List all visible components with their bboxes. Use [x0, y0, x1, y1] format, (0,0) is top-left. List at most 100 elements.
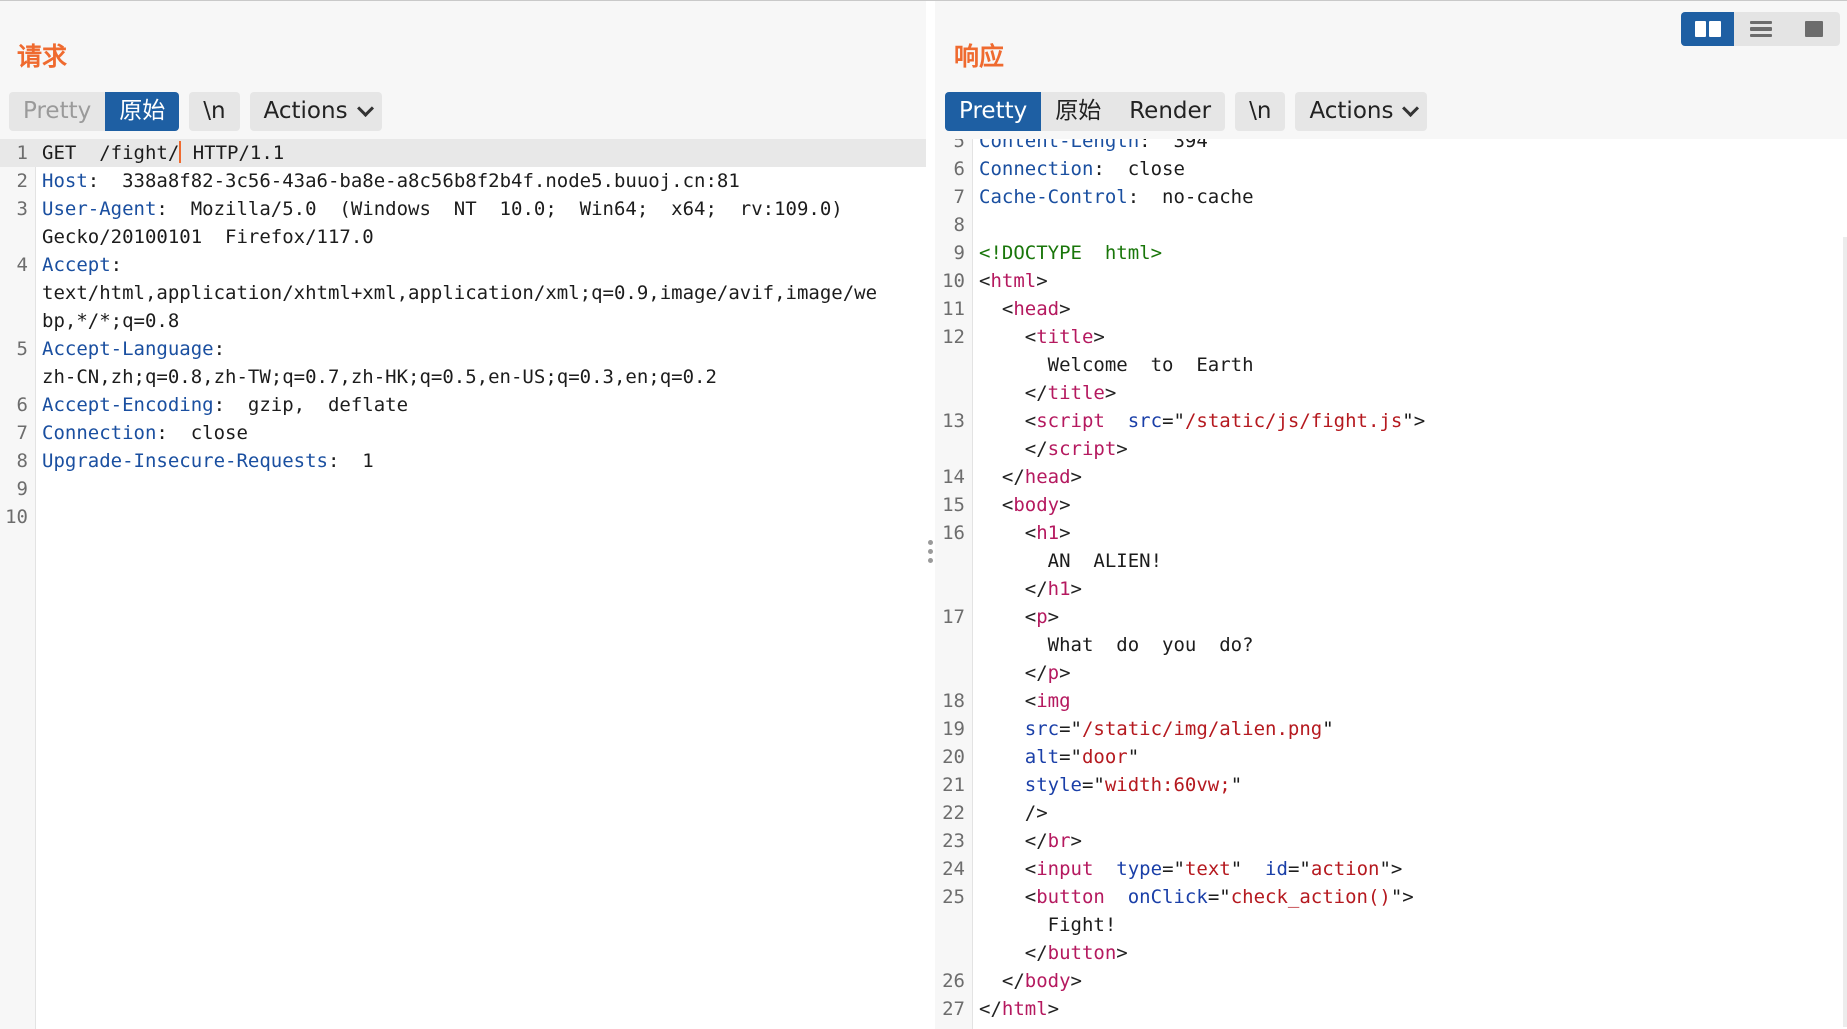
- code-token: : 1: [327, 450, 374, 472]
- code-text: alt="door": [973, 743, 1847, 771]
- code-token: <: [979, 858, 1037, 880]
- code-token: /static/img/alien.png: [1081, 718, 1323, 740]
- response-code-line: </title>: [935, 379, 1847, 407]
- code-text: <img: [973, 687, 1847, 715]
- code-text: <script src="/static/js/fight.js">: [973, 407, 1847, 435]
- code-text: <h1>: [973, 519, 1847, 547]
- response-tab-raw[interactable]: 原始: [1041, 92, 1115, 131]
- response-panel: 响应 Pretty 原始 Render \n Actions 5 Content-…: [935, 1, 1847, 1029]
- response-scrollbar[interactable]: [1843, 237, 1847, 1027]
- line-number: [0, 223, 36, 251]
- code-token: br: [1047, 830, 1071, 852]
- response-code-line: 22 />: [935, 799, 1847, 827]
- response-editor[interactable]: 5 Content-Length: 394 6 Connection: close 7 C…: [935, 139, 1847, 1029]
- request-code-line: 9: [0, 475, 926, 503]
- code-text: </head>: [973, 463, 1847, 491]
- code-token: head: [1013, 298, 1060, 320]
- code-token: alt: [1024, 746, 1060, 768]
- code-token: </: [979, 466, 1025, 488]
- code-token: =": [1162, 858, 1185, 880]
- response-code-line: 25 <button onClick="check_action()">: [935, 883, 1847, 911]
- code-token: >: [1059, 494, 1071, 516]
- code-token: <: [979, 494, 1014, 516]
- code-token: html: [1001, 998, 1048, 1020]
- code-text: Welcome to Earth: [973, 351, 1847, 379]
- response-actions-button[interactable]: Actions: [1295, 92, 1427, 131]
- request-tab-newline[interactable]: \n: [189, 92, 239, 131]
- response-lines: 5 Content-Length: 394 6 Connection: close 7 C…: [935, 139, 1847, 1023]
- response-tab-pretty[interactable]: Pretty: [945, 92, 1042, 131]
- response-code-line: </p>: [935, 659, 1847, 687]
- request-header: 请求 Pretty 原始 \n Actions: [0, 1, 926, 139]
- code-token: ": [1230, 774, 1243, 796]
- response-code-line: 26 </body>: [935, 967, 1847, 995]
- request-code-line: 10: [0, 503, 926, 531]
- response-tab-render[interactable]: Render: [1115, 92, 1225, 131]
- code-token: <: [979, 606, 1037, 628]
- split-rows-button[interactable]: [1734, 12, 1787, 46]
- request-format-segment: Pretty 原始: [9, 92, 180, 131]
- code-text: Gecko/20100101 Firefox/117.0: [36, 223, 926, 251]
- line-number: 6: [16, 394, 28, 416]
- line-number: 8: [16, 450, 28, 472]
- response-code-line: 23 </br>: [935, 827, 1847, 855]
- code-token: >: [1047, 606, 1060, 628]
- line-number: [935, 631, 973, 659]
- request-code-line: 3 User-Agent: Mozilla/5.0 (Windows NT 10.…: [0, 195, 926, 223]
- code-token: src: [1024, 718, 1060, 740]
- code-token: What do you do?: [979, 634, 1254, 656]
- line-number: 4: [16, 254, 28, 276]
- code-token: <!DOCTYPE html>: [979, 242, 1163, 264]
- response-code-line: 24 <input type="text" id="action">: [935, 855, 1847, 883]
- line-number: [935, 575, 973, 603]
- response-code-line: 11 <head>: [935, 295, 1847, 323]
- response-tab-newline[interactable]: \n: [1235, 92, 1285, 131]
- request-newline-segment: \n: [189, 92, 240, 131]
- line-number: 15: [942, 494, 965, 516]
- code-token: >: [1059, 662, 1071, 684]
- code-text: bp,*/*;q=0.8: [36, 307, 926, 335]
- response-code-line: 17 <p>: [935, 603, 1847, 631]
- response-code-line: 10 <html>: [935, 267, 1847, 295]
- pane-resize-handle[interactable]: [926, 1, 935, 1029]
- request-editor[interactable]: 1 GET /fight/ HTTP/1.1 2 Host: 338a8f82-3c5…: [0, 139, 926, 1029]
- single-pane-button[interactable]: [1787, 12, 1840, 46]
- response-code-line: 14 </head>: [935, 463, 1847, 491]
- code-token: : Mozilla/5.0 (Windows NT 10.0; Win64; x…: [156, 198, 843, 220]
- request-code-line: zh-CN,zh;q=0.8,zh-TW;q=0.7,zh-HK;q=0.5,e…: [0, 363, 926, 391]
- code-token: <: [979, 886, 1037, 908]
- code-token: ">: [1379, 858, 1403, 880]
- code-token: >: [1036, 270, 1048, 292]
- response-code-line: 19 src="/static/img/alien.png": [935, 715, 1847, 743]
- code-token: : close: [1093, 158, 1185, 180]
- line-number: 7: [953, 186, 965, 208]
- line-number: [0, 307, 36, 335]
- code-token: >: [1093, 326, 1105, 348]
- split-columns-button[interactable]: [1681, 12, 1734, 46]
- code-token: </: [979, 662, 1048, 684]
- line-number: [935, 939, 973, 967]
- code-text: AN ALIEN!: [973, 547, 1847, 575]
- line-number: 5: [16, 338, 28, 360]
- response-code-line: </h1>: [935, 575, 1847, 603]
- line-number: [935, 351, 973, 379]
- code-token: ">: [1402, 410, 1426, 432]
- response-code-line: 9 <!DOCTYPE html>: [935, 239, 1847, 267]
- request-actions-button[interactable]: Actions: [250, 92, 382, 131]
- request-code-line: 4 Accept:: [0, 251, 926, 279]
- response-view-tabs: Pretty 原始 Render \n Actions: [945, 92, 1437, 131]
- code-token: : 394: [1139, 139, 1208, 152]
- response-format-segment: Pretty 原始 Render: [945, 92, 1226, 131]
- request-tab-pretty[interactable]: Pretty: [9, 92, 105, 131]
- code-token: <: [979, 326, 1037, 348]
- single-pane-icon: [1804, 21, 1823, 37]
- request-panel: 请求 Pretty 原始 \n Actions 1 GET /fight/ HTT…: [0, 1, 926, 1029]
- code-token: <: [979, 690, 1037, 712]
- code-token: zh-CN,zh;q=0.8,zh-TW;q=0.7,zh-HK;q=0.5,e…: [42, 366, 717, 388]
- code-token: button: [1036, 886, 1105, 908]
- request-tab-raw[interactable]: 原始: [105, 92, 180, 131]
- code-text: Content-Length: 394: [973, 139, 1847, 155]
- code-token: bp,*/*;q=0.8: [42, 310, 180, 332]
